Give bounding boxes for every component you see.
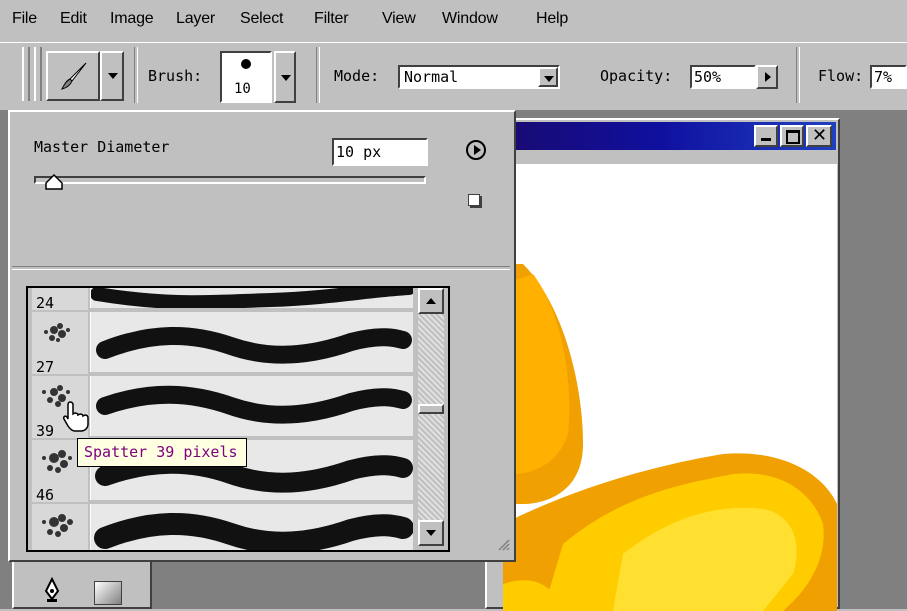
scrollbar-track[interactable] [418, 288, 444, 546]
brush-size-text: 10 [234, 81, 251, 97]
brush-tooltip: Spatter 39 pixels [77, 438, 247, 467]
scroll-thumb[interactable] [418, 404, 444, 414]
menu-window[interactable]: Window [442, 10, 498, 28]
tool-preset-button[interactable] [46, 51, 100, 101]
menu-view[interactable]: View [382, 10, 416, 28]
menu-file[interactable]: File [12, 10, 37, 28]
chevron-right-icon [765, 72, 771, 82]
toolbox-panel [12, 555, 152, 609]
minimize-icon [761, 138, 771, 141]
close-icon: ✕ [812, 125, 828, 146]
dropdown-arrow-icon [281, 75, 291, 81]
master-diameter-input[interactable]: 10 px [332, 138, 428, 166]
grip-handle [34, 47, 42, 101]
list-item[interactable] [32, 504, 416, 550]
new-preset-icon[interactable] [468, 194, 480, 206]
chevron-down-icon [544, 76, 554, 82]
brush-picker-button[interactable]: 10 [220, 51, 272, 103]
menu-edit[interactable]: Edit [60, 10, 87, 28]
separator [796, 47, 800, 103]
menu-filter[interactable]: Filter [314, 10, 349, 28]
divider [12, 266, 510, 270]
gradient-icon[interactable] [94, 581, 122, 605]
resize-grip-icon[interactable] [496, 537, 510, 556]
brush-size-label: 24 [36, 294, 55, 312]
brush-size-label: 27 [36, 358, 55, 376]
mode-label: Mode: [334, 67, 380, 85]
separator [134, 47, 138, 103]
menu-bar: File Edit Image Layer Select Filter View… [0, 0, 907, 40]
image-canvas[interactable] [503, 164, 837, 611]
mode-value: Normal [404, 68, 459, 86]
brush-icon [60, 61, 88, 96]
close-button[interactable]: ✕ [806, 125, 832, 147]
chevron-down-icon [426, 530, 436, 536]
mode-select[interactable]: Normal [398, 65, 560, 89]
document-title-bar[interactable]: ✕ [489, 122, 836, 150]
opacity-slider-button[interactable] [756, 65, 778, 89]
menu-select[interactable]: Select [240, 10, 283, 28]
flow-input[interactable]: 7% [870, 65, 907, 89]
stroke-preview [90, 376, 413, 436]
master-diameter-label: Master Diameter [34, 138, 170, 156]
opacity-input[interactable]: 50% [690, 65, 756, 89]
grip-handle[interactable] [22, 47, 30, 101]
list-item[interactable]: 24 [32, 288, 416, 312]
minimize-button[interactable] [754, 125, 778, 147]
stroke-preview [90, 288, 416, 310]
stroke-preview [90, 504, 414, 550]
document-window: ✕ [485, 118, 840, 611]
maximize-button[interactable] [780, 125, 804, 147]
separator [316, 47, 320, 103]
menu-layer[interactable]: Layer [176, 10, 215, 28]
brush-picker-popup: Master Diameter 10 px 24 27 39 46 [8, 110, 516, 562]
flow-value: 7% [874, 68, 893, 86]
dropdown-arrow-icon [108, 73, 118, 79]
opacity-label: Opacity: [600, 67, 673, 85]
brush-size-label: 39 [36, 422, 55, 440]
options-bar: Brush: 10 Mode: Normal Opacity: 50% Flow… [0, 42, 907, 111]
chevron-up-icon [426, 298, 436, 304]
tool-preset-dropdown[interactable] [100, 51, 124, 101]
opacity-value: 50% [694, 68, 722, 86]
pen-icon[interactable] [42, 576, 62, 608]
duck-image [503, 264, 837, 611]
menu-image[interactable]: Image [110, 10, 154, 28]
list-item[interactable]: 27 [32, 312, 416, 376]
menu-help[interactable]: Help [536, 10, 568, 28]
spatter-thumb-icon [32, 504, 88, 550]
scroll-up-button[interactable] [418, 288, 444, 314]
master-diameter-value: 10 px [336, 143, 382, 161]
brush-picker-dropdown[interactable] [274, 51, 296, 103]
brush-size-label: 46 [36, 486, 55, 504]
play-circle-icon[interactable] [466, 140, 486, 160]
master-diameter-slider-track[interactable] [34, 176, 426, 184]
stroke-preview [90, 312, 413, 372]
mode-dropdown-button[interactable] [538, 67, 558, 87]
hand-pointer-icon [62, 400, 90, 437]
brush-tip-icon [241, 59, 251, 69]
brush-label: Brush: [148, 67, 203, 85]
flow-label: Flow: [818, 67, 864, 85]
scroll-down-button[interactable] [418, 520, 444, 546]
maximize-icon [786, 130, 800, 144]
